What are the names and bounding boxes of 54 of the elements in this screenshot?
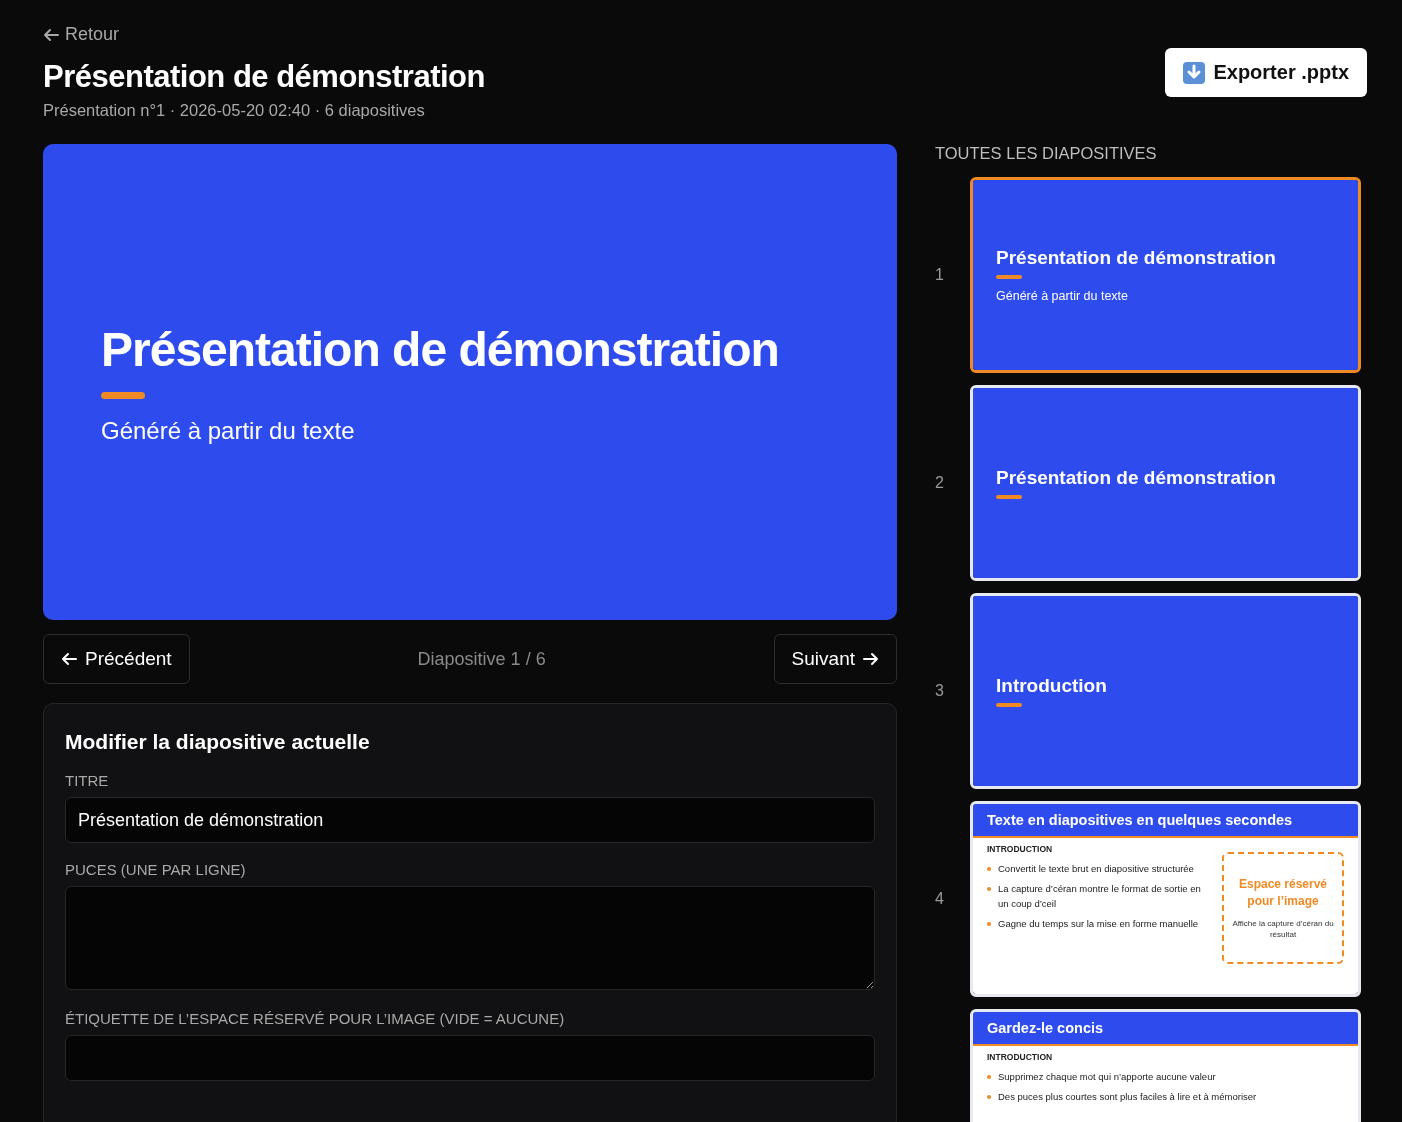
arrow-left-icon (61, 652, 77, 666)
accent-bar (996, 494, 1022, 499)
slide-thumbnail[interactable] (970, 801, 1361, 997)
input-field[interactable]: Présentation de démonstration (65, 797, 875, 843)
section-label: INTRODUCTION (987, 1052, 1054, 1062)
download-icon (1183, 61, 1206, 84)
bullet-text: Des puces plus courtes sont plus faciles à lire et à mémoriser (998, 1090, 1257, 1105)
bullet-text: Supprimez chaque mot qui n’apporte aucune valeur (998, 1070, 1216, 1084)
thumbnail-title: Présentation de démonstration (996, 467, 1277, 490)
slide-number: 2 (935, 474, 944, 491)
bullet-dot (987, 1075, 991, 1079)
bullet-dot (987, 867, 991, 871)
previous-button[interactable]: Précédent (43, 634, 190, 684)
slide-number: 3 (935, 682, 944, 699)
bullet-text: Gagne du temps sur la mise en forme manuelle (998, 916, 1199, 931)
bullet-text: Convertit le texte brut en diapositive structurée (998, 862, 1194, 876)
slide-thumbnail[interactable]: Présentation de démonstration Généré à partir du texte (970, 177, 1361, 373)
page-title: Présentation de démonstration (43, 59, 485, 95)
sidebar-heading: TOUTES LES DIAPOSITIVES (935, 144, 1158, 163)
arrow-right-icon (863, 652, 879, 666)
bullet-dot (987, 1095, 991, 1100)
arrow-left-icon (43, 27, 59, 42)
thumbnail-title: Introduction (996, 675, 1108, 698)
field-label: PUCES (UNE PAR LIGNE) (65, 861, 247, 878)
slide-thumbnail[interactable]: Gardez-le concis INTRODUCTION Supprimez chaque mot qui n’apporte aucune valeur Des puces plus courtes sont plus faciles à lire et à mémoriser (970, 1009, 1361, 1122)
thumbnail-header: Texte en diapositives en quelques secondes (973, 804, 1358, 838)
thumbnail-header: Gardez-le concis (973, 1012, 1358, 1046)
section-label: INTRODUCTION (987, 844, 1054, 854)
slide-thumbnail[interactable]: Introduction (970, 593, 1361, 789)
slide-title: Présentation de démonstration (101, 322, 779, 379)
accent-bar (996, 274, 1022, 279)
bullet-text: La capture d’céran montre le format de sortie en un coup d’ceil (998, 882, 1202, 911)
slide-thumbnail[interactable]: Présentation de démonstration (970, 385, 1361, 581)
bullet-dot (987, 921, 991, 926)
export-button[interactable]: Exporter .pptx (1165, 48, 1367, 97)
back-link[interactable]: Retour (43, 24, 485, 45)
placeholder-label: Espace réservé pour l’image (1237, 876, 1329, 910)
slide-counter: Diapositive 1 / 6 (417, 648, 546, 670)
thumbnail-subtitle: Généré à partir du texte (996, 289, 1130, 304)
slide-subtitle: Généré à partir du texte (101, 416, 356, 445)
accent-bar (996, 702, 1022, 707)
field-label: ÉTIQUETTE DE L’ESPACE RÉSERVÉ POUR L’IMAGE (VIDE = AUCUNE) (65, 1010, 566, 1027)
input-field[interactable] (65, 1035, 875, 1081)
bullets-field[interactable] (65, 886, 875, 990)
slide-number: 1 (935, 266, 944, 283)
thumbnail-title: Présentation de démonstration (996, 246, 1277, 269)
panel-heading: Modifier la diapositive actuelle (65, 730, 371, 754)
bullet-dot (987, 887, 991, 892)
presentation-meta: Présentation n°1 · 2026-05-20 02:40 · 6 diapositives (43, 101, 426, 120)
slide-number: 4 (935, 890, 944, 907)
accent-bar (101, 391, 145, 399)
field-label: TITRE (65, 772, 110, 789)
next-button[interactable]: Suivant (773, 634, 897, 684)
placeholder-caption: Affiche la capture d’céran du résultat (1231, 917, 1335, 940)
